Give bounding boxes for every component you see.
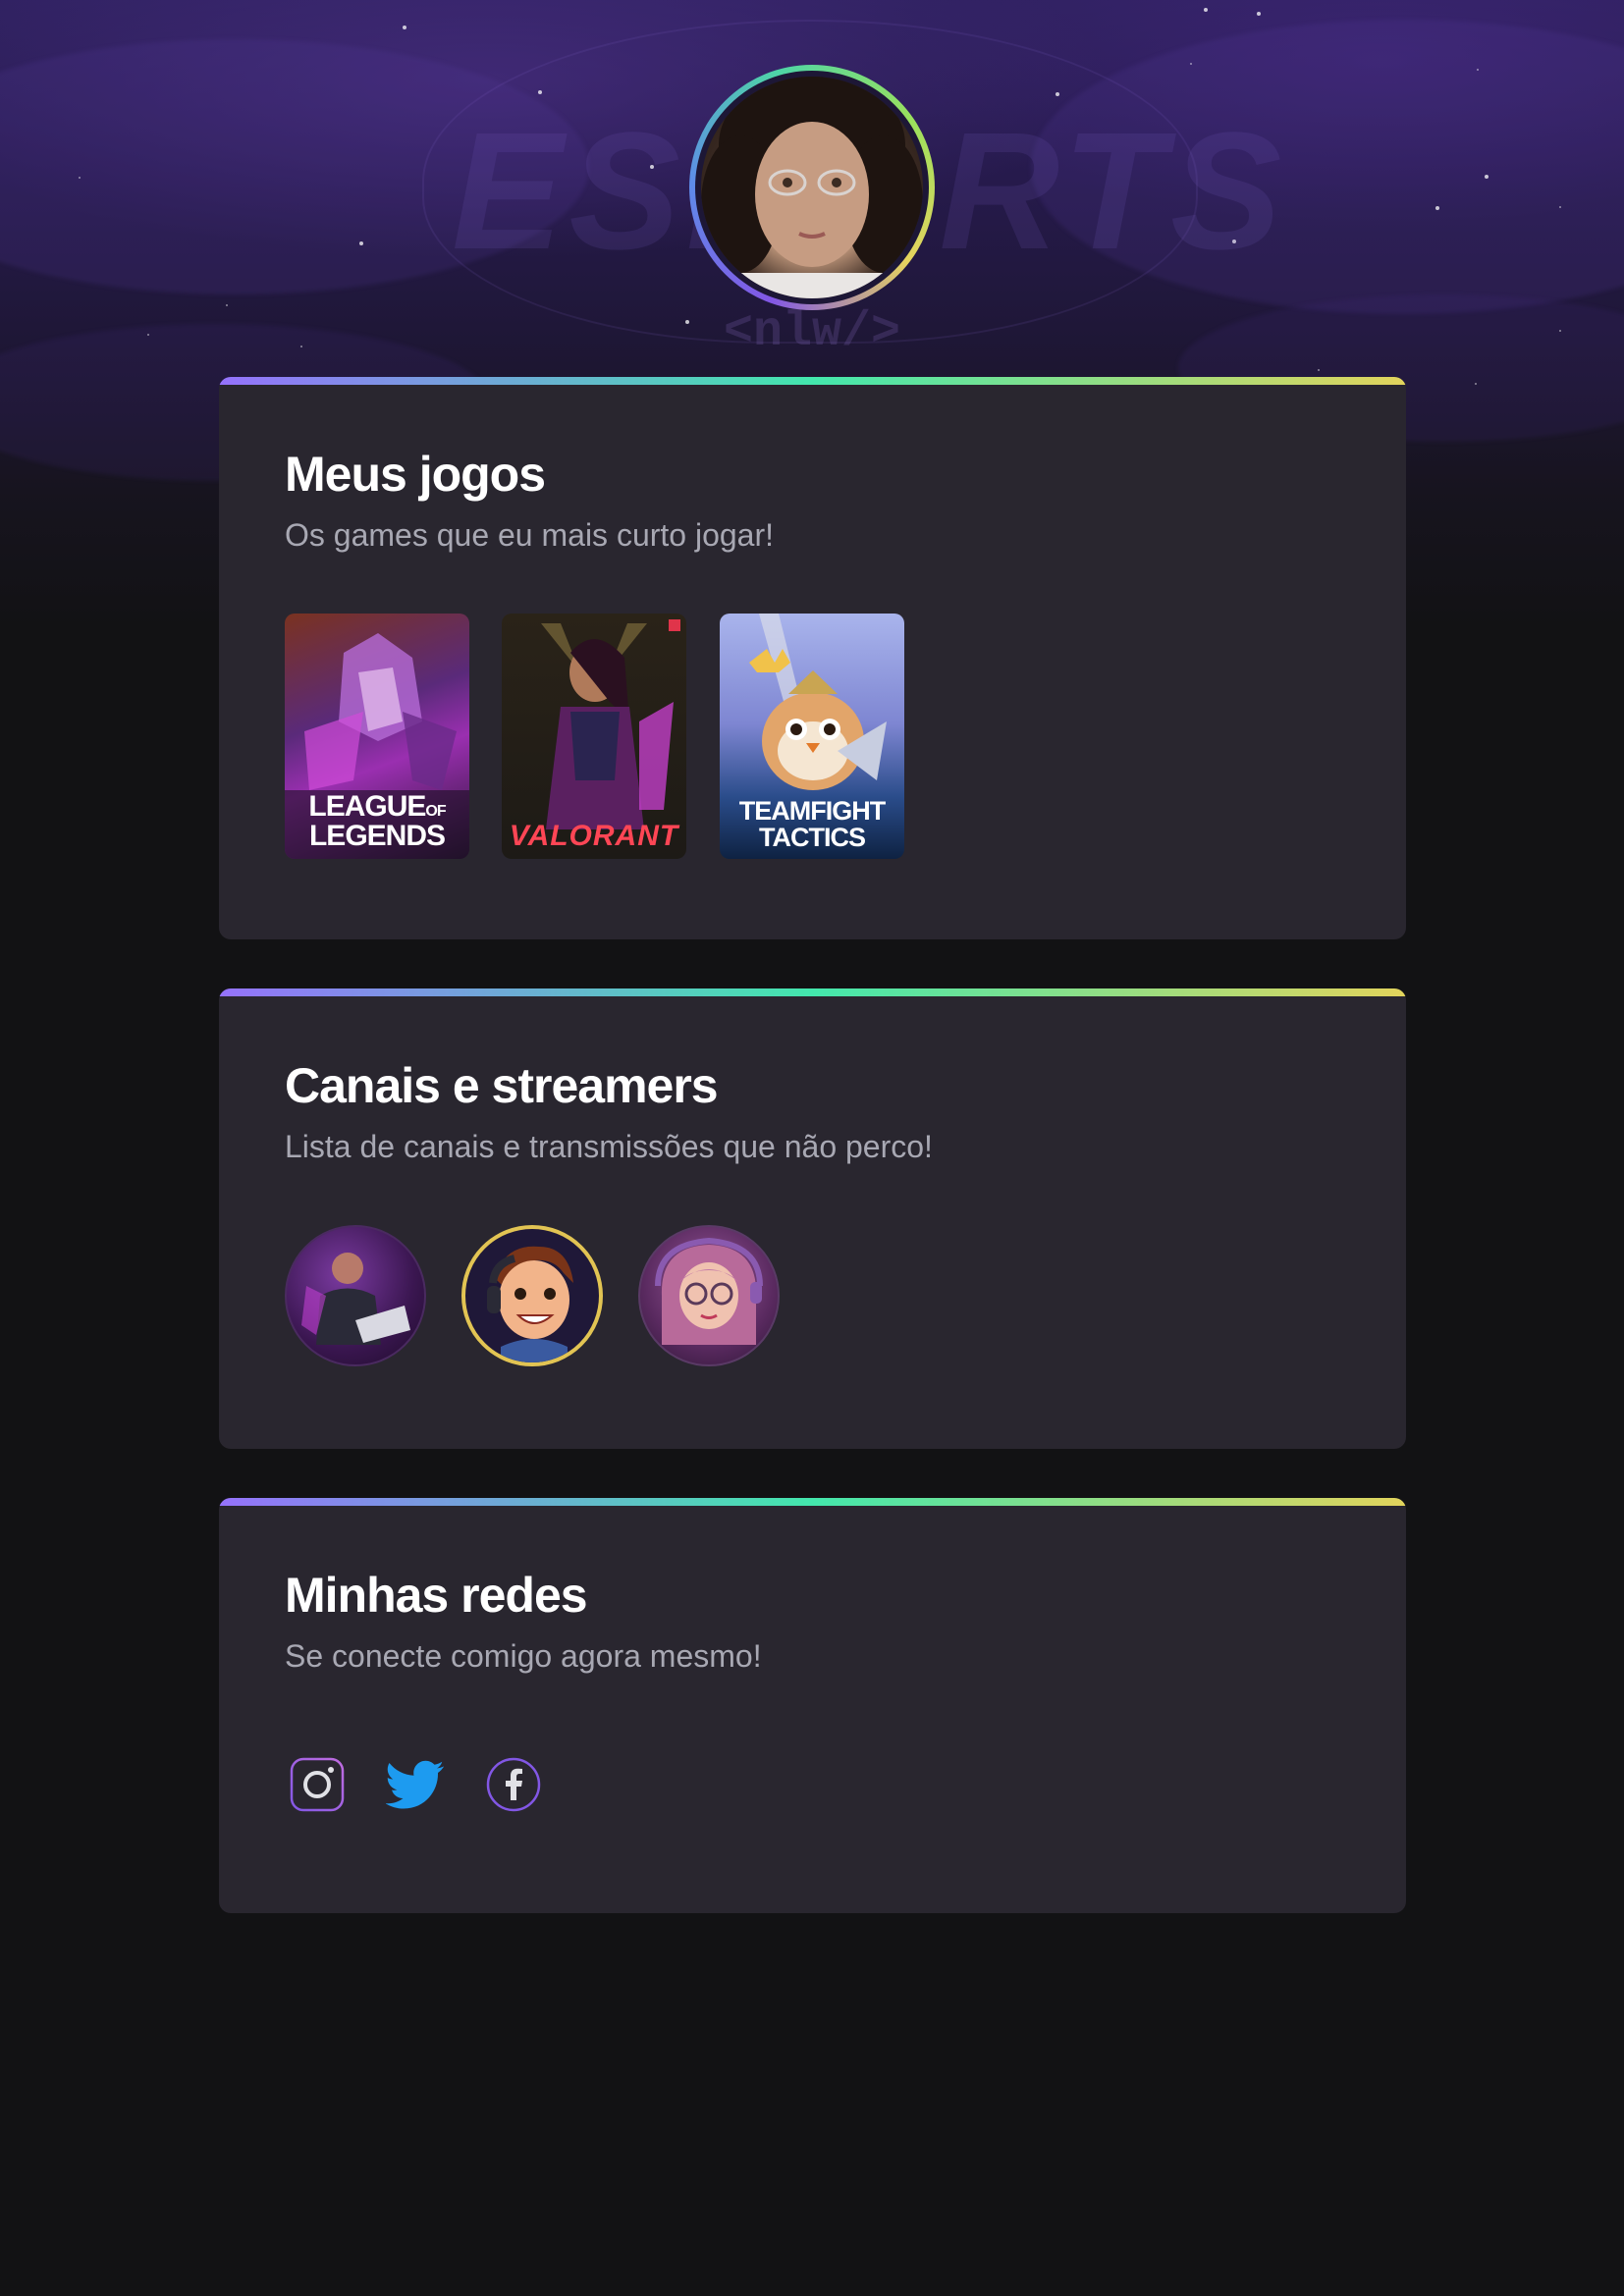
card-title: Canais e streamers xyxy=(285,1058,719,1113)
star xyxy=(1435,206,1439,210)
card-title: Minhas redes xyxy=(285,1568,588,1623)
streamer-art-2 xyxy=(487,1246,573,1362)
instagram-icon xyxy=(290,1757,345,1812)
card-title: Meus jogos xyxy=(285,447,546,502)
card-subtitle: Os games que eu mais curto jogar! xyxy=(285,517,775,553)
star xyxy=(1559,206,1561,208)
game-card-league-of-legends[interactable]: LEAGUEOF LEGENDS xyxy=(285,614,469,859)
profile-photo-icon xyxy=(695,71,929,304)
game-card-teamfight-tactics[interactable]: TEAMFIGHT TACTICS xyxy=(720,614,904,859)
streamers-card: Canais e streamers Lista de canais e tra… xyxy=(219,988,1406,1449)
twitter-icon xyxy=(385,1760,444,1809)
game-card-valorant[interactable]: VALORANT xyxy=(502,614,686,859)
streamer-art-1 xyxy=(301,1253,410,1345)
star xyxy=(403,26,406,29)
game-label-line2: TACTICS xyxy=(759,823,866,852)
star xyxy=(1204,8,1208,12)
twitter-link[interactable] xyxy=(385,1755,445,1814)
game-label: TEAMFIGHT TACTICS xyxy=(720,798,904,851)
star xyxy=(1477,69,1479,71)
game-label-of: OF xyxy=(425,803,446,820)
star xyxy=(359,241,363,245)
star xyxy=(79,177,81,179)
facebook-link[interactable] xyxy=(484,1755,543,1814)
games-card: Meus jogos Os games que eu mais curto jo… xyxy=(219,377,1406,939)
streamer-art-3 xyxy=(655,1237,763,1345)
profile-avatar[interactable] xyxy=(689,65,935,310)
star xyxy=(1257,12,1261,16)
game-label-line1: TEAMFIGHT xyxy=(738,796,886,826)
star xyxy=(1190,63,1192,65)
nlw-tag: <nlw/> xyxy=(723,304,901,360)
star xyxy=(1318,369,1320,371)
star xyxy=(1485,175,1489,179)
instagram-link[interactable] xyxy=(288,1755,347,1814)
game-label: LEAGUEOF LEGENDS xyxy=(285,792,469,851)
streamer-avatar-3-icon[interactable] xyxy=(638,1225,780,1366)
facebook-icon xyxy=(486,1757,541,1812)
star xyxy=(1475,383,1477,385)
game-label-line1: LEAGUE xyxy=(308,790,426,823)
card-subtitle: Se conecte comigo agora mesmo! xyxy=(285,1638,762,1674)
social-card: Minhas redes Se conecte comigo agora mes… xyxy=(219,1498,1406,1913)
streamer-avatar-2-icon[interactable] xyxy=(461,1225,603,1366)
card-subtitle: Lista de canais e transmissões que não p… xyxy=(285,1129,933,1164)
game-label: VALORANT xyxy=(509,820,679,852)
game-label-line2: LEGENDS xyxy=(308,820,446,852)
streamer-avatar-1-icon[interactable] xyxy=(285,1225,426,1366)
